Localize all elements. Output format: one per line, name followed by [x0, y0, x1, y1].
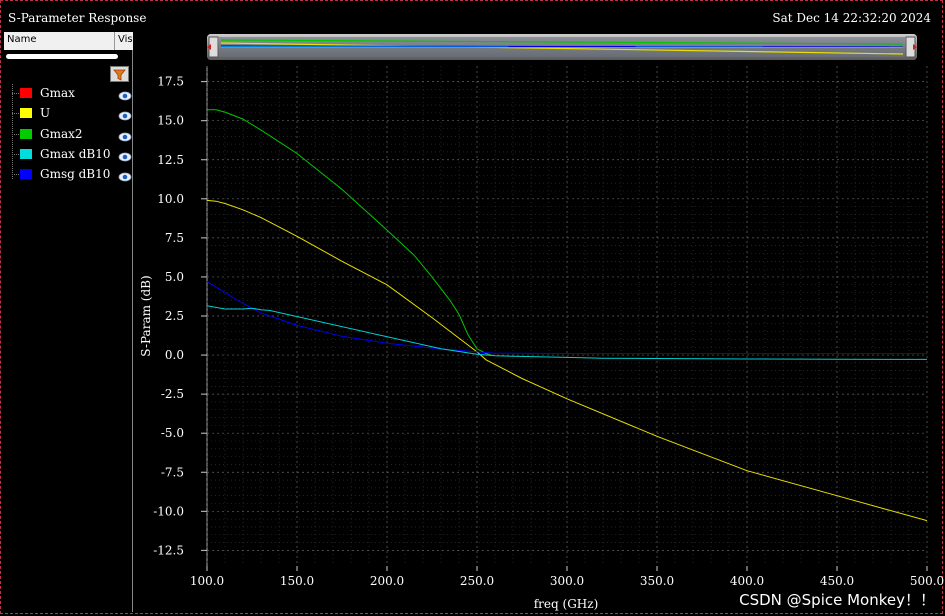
y-tick-label: 12.5	[157, 153, 184, 167]
y-tick-label: 17.5	[157, 75, 184, 89]
y-tick-label: 10.0	[157, 192, 184, 206]
x-tick-label: 350.0	[640, 574, 674, 588]
x-tick-label: 200.0	[370, 574, 404, 588]
y-tick-label: -10.0	[153, 504, 184, 518]
x-tick-label: 300.0	[550, 574, 584, 588]
watermark: CSDN @Spice Monkey！！	[739, 591, 935, 609]
y-tick-label: 0.0	[165, 348, 184, 362]
x-tick-label: 100.0	[190, 574, 224, 588]
y-tick-label: -12.5	[153, 543, 184, 557]
x-tick-label: 250.0	[460, 574, 494, 588]
x-axis-label: freq (GHz)	[534, 597, 599, 611]
x-tick-label: 450.0	[820, 574, 854, 588]
y-tick-label: 7.5	[165, 231, 184, 245]
y-tick-label: -5.0	[161, 426, 184, 440]
y-tick-label: -7.5	[161, 465, 184, 479]
y-tick-label: 5.0	[165, 270, 184, 284]
y-tick-label: 15.0	[157, 114, 184, 128]
y-tick-label: -2.5	[161, 387, 184, 401]
x-tick-label: 500.0	[910, 574, 944, 588]
x-tick-label: 400.0	[730, 574, 764, 588]
y-tick-label: 2.5	[165, 309, 184, 323]
plot-area[interactable]: 100.0 150.0 200.0 250.0 300.0 350.0 400.0 450.0…	[0, 0, 945, 616]
x-tick-label: 150.0	[280, 574, 314, 588]
y-axis-label: S-Param (dB)	[139, 275, 153, 356]
